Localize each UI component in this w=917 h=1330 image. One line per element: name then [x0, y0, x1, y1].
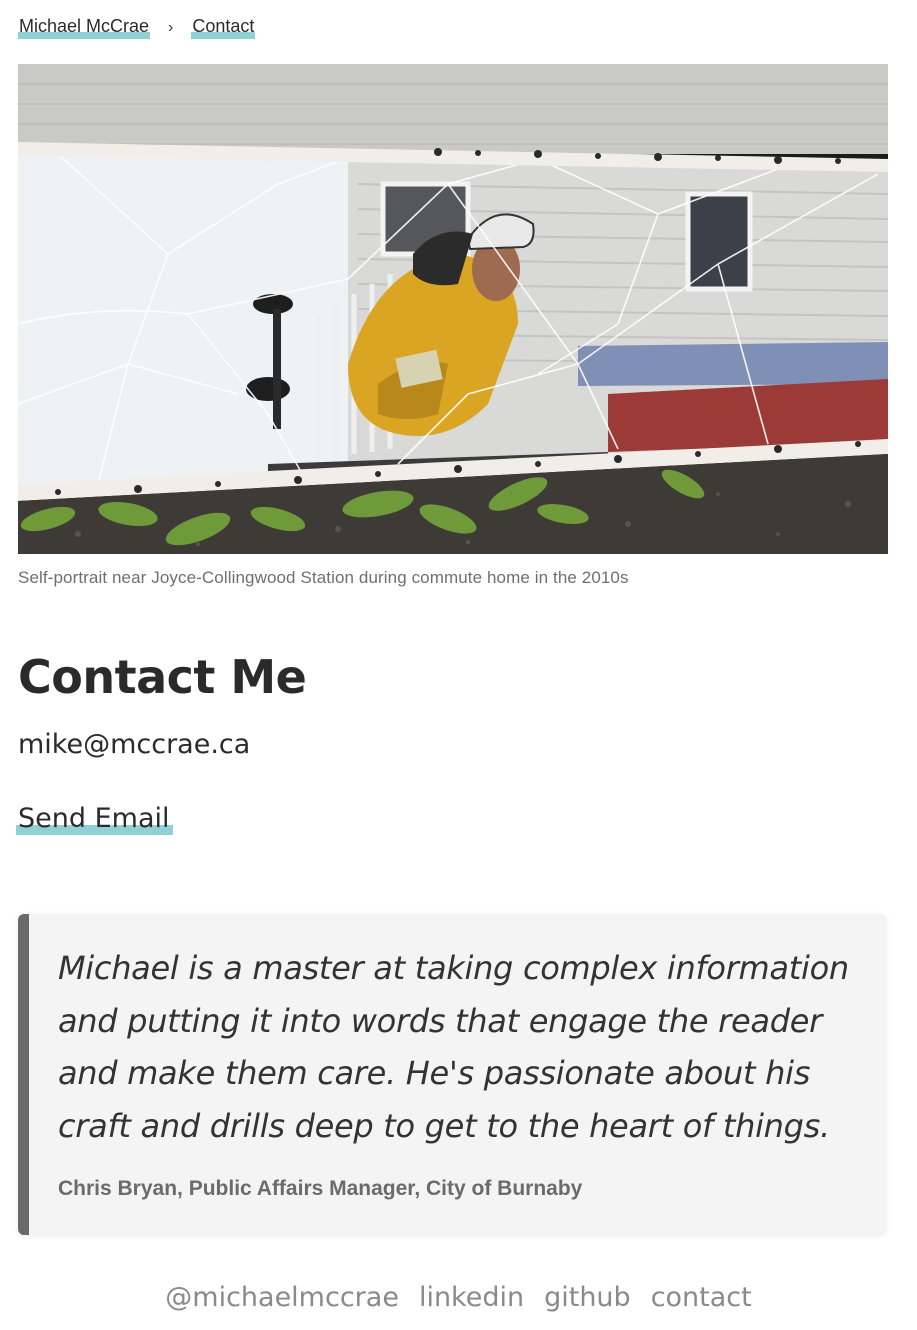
testimonial-card: Michael is a master at taking complex in… [18, 914, 886, 1235]
testimonial-attribution: Chris Bryan, Public Affairs Manager, Cit… [58, 1177, 583, 1200]
breadcrumb: Michael McCrae › Contact [18, 16, 256, 39]
footer-link-twitter[interactable]: @michaelmccrae [165, 1282, 399, 1313]
footer-link-contact[interactable]: contact [651, 1282, 752, 1313]
hero-caption: Self-portrait near Joyce-Collingwood Sta… [18, 568, 629, 587]
testimonial-quote: Michael is a master at taking complex in… [58, 949, 849, 1145]
email-address: mike@mccrae.ca [18, 729, 251, 760]
footer-links: @michaelmccrae linkedin github contact [0, 1282, 917, 1313]
breadcrumb-current-link[interactable]: Contact [191, 16, 256, 39]
footer-link-linkedin[interactable]: linkedin [419, 1282, 524, 1313]
hero-image [18, 64, 888, 554]
breadcrumb-chevron-icon: › [168, 18, 174, 36]
send-email-link[interactable]: Send Email [16, 803, 173, 835]
footer-link-github[interactable]: github [544, 1282, 631, 1313]
breadcrumb-home-link[interactable]: Michael McCrae [18, 16, 151, 39]
page-title: Contact Me [18, 650, 307, 704]
